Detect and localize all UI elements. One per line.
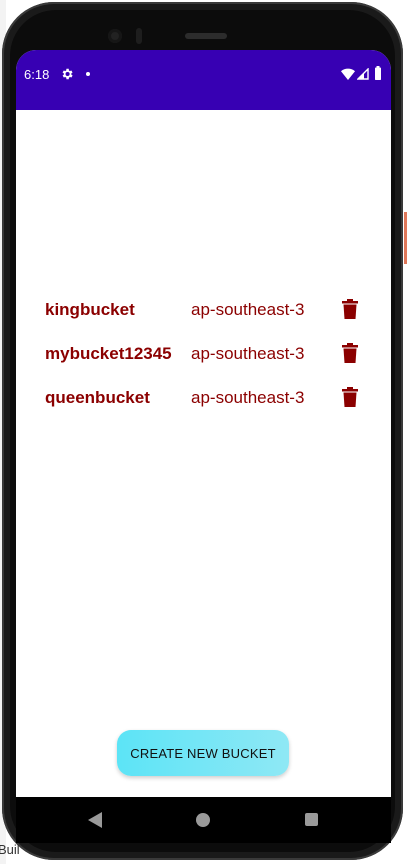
bucket-name: mybucket12345 [45,344,172,363]
earpiece-speaker [185,33,227,39]
gear-icon [62,68,73,80]
signal-icon [357,68,369,80]
recents-icon[interactable] [305,813,318,826]
bucket-row: queenbucket ap-southeast-3 [16,378,391,422]
bucket-name: kingbucket [45,300,135,319]
bucket-region: ap-southeast-3 [191,300,305,319]
sensor-icon [136,28,142,44]
app-screen: 6:18 kingbucket ap-southeast-3 mybucket1… [16,50,391,797]
trash-icon[interactable] [342,299,358,319]
bucket-row: mybucket12345 ap-southeast-3 [16,334,391,378]
battery-icon [375,66,381,80]
wifi-icon [341,68,355,80]
bucket-name: queenbucket [45,388,150,407]
bucket-region: ap-southeast-3 [191,344,305,363]
trash-icon[interactable] [342,387,358,407]
status-time: 6:18 [24,67,50,82]
navigation-bar [16,797,391,843]
home-icon[interactable] [196,813,210,827]
trash-icon[interactable] [342,343,358,363]
bucket-region: ap-southeast-3 [191,388,305,407]
front-camera-icon [108,29,122,43]
create-bucket-button[interactable]: CREATE NEW BUCKET [117,730,289,776]
notification-dot-icon [86,72,90,76]
back-icon[interactable] [88,812,102,828]
status-bar: 6:18 [16,50,391,110]
bucket-row: kingbucket ap-southeast-3 [16,290,391,334]
